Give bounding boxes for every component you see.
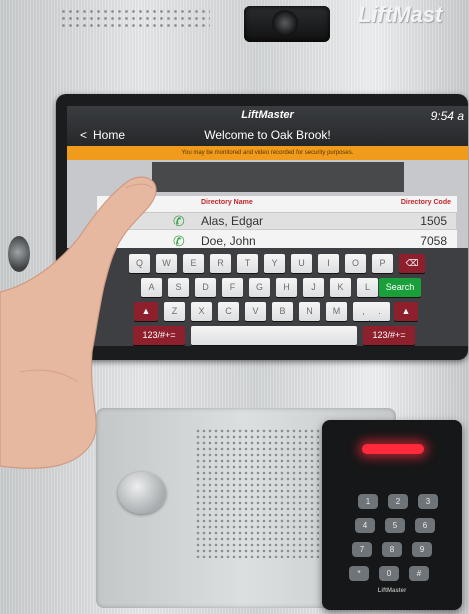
symbols-key-right[interactable]: 123/#+= — [363, 326, 415, 345]
key-f[interactable]: F — [222, 278, 243, 297]
key-d[interactable]: D — [195, 278, 216, 297]
shift-key-left[interactable]: ▲ — [134, 302, 158, 321]
space-bar[interactable] — [191, 326, 357, 345]
keypad-key-4[interactable]: 4 — [355, 518, 375, 533]
keypad-key-2[interactable]: 2 — [388, 494, 408, 509]
directory-row[interactable]: ✆ Alas, Edgar 1505 — [97, 212, 457, 230]
speaker-grille — [195, 428, 335, 558]
shift-icon: ▲ — [141, 306, 151, 316]
side-button[interactable] — [8, 236, 30, 272]
shift-icon: ▲ — [401, 306, 411, 316]
key-q[interactable]: Q — [129, 254, 150, 273]
keypad-key-3[interactable]: 3 — [418, 494, 438, 509]
reader-led — [362, 444, 424, 454]
symbols-key-left[interactable]: 123/#+= — [133, 326, 185, 345]
directory-header: Directory Name Directory Code — [97, 196, 457, 210]
backspace-icon: ⌫ — [405, 258, 419, 268]
resident-code: 1505 — [420, 214, 447, 228]
key-c[interactable]: C — [218, 302, 239, 321]
key-o[interactable]: O — [345, 254, 366, 273]
key-b[interactable]: B — [272, 302, 293, 321]
on-screen-keyboard: Q W E R T Y U I O P ⌫ A S D F G H J K L … — [67, 248, 468, 346]
key-j[interactable]: J — [303, 278, 324, 297]
search-button[interactable]: Search — [379, 278, 421, 297]
key-x[interactable]: X — [191, 302, 212, 321]
panel-logo: LiftMast — [358, 2, 443, 27]
key-v[interactable]: V — [245, 302, 266, 321]
resident-code: 7058 — [420, 234, 447, 248]
brand-logo: LiftMaster — [241, 109, 294, 121]
keypad-key-hash[interactable]: # — [409, 566, 429, 581]
top-speaker-grille — [60, 8, 210, 28]
key-t[interactable]: T — [237, 254, 258, 273]
keypad-key-7[interactable]: 7 — [352, 542, 372, 557]
key-k[interactable]: K — [330, 278, 351, 297]
keypad-key-0[interactable]: 0 — [379, 566, 399, 581]
key-m[interactable]: M — [326, 302, 347, 321]
call-button[interactable] — [118, 472, 166, 514]
key-h[interactable]: H — [276, 278, 297, 297]
phone-icon: ✆ — [173, 213, 185, 229]
reader-brand: LiftMaster — [377, 588, 407, 594]
video-area — [152, 162, 404, 192]
security-notice: You may be monitored and video recorded … — [67, 146, 468, 160]
card-reader: 1 2 3 4 5 6 7 8 9 * 0 # LiftMaster — [322, 420, 462, 610]
clock: 9:54 a — [430, 109, 464, 123]
camera-lens — [272, 10, 298, 36]
key-e[interactable]: E — [183, 254, 204, 273]
key-a[interactable]: A — [141, 278, 162, 297]
keypad-key-star[interactable]: * — [349, 566, 369, 581]
key-u[interactable]: U — [291, 254, 312, 273]
column-name-header: Directory Name — [201, 199, 253, 206]
keypad-key-5[interactable]: 5 — [385, 518, 405, 533]
keypad-key-1[interactable]: 1 — [358, 494, 378, 509]
keypad-key-8[interactable]: 8 — [382, 542, 402, 557]
key-z[interactable]: Z — [164, 302, 185, 321]
key-period[interactable]: . — [369, 302, 390, 321]
resident-name: Doe, John — [201, 234, 256, 248]
key-i[interactable]: I — [318, 254, 339, 273]
keypad-key-9[interactable]: 9 — [412, 542, 432, 557]
key-p[interactable]: P — [372, 254, 393, 273]
directory-list: Directory Name Directory Code ✆ Alas, Ed… — [97, 196, 457, 251]
column-code-header: Directory Code — [400, 199, 451, 206]
resident-name: Alas, Edgar — [201, 214, 264, 228]
screen-header: LiftMaster 9:54 a < Home Welcome to Oak B… — [67, 106, 468, 146]
key-n[interactable]: N — [299, 302, 320, 321]
key-y[interactable]: Y — [264, 254, 285, 273]
backspace-key[interactable]: ⌫ — [399, 254, 425, 273]
keypad-key-6[interactable]: 6 — [415, 518, 435, 533]
key-w[interactable]: W — [156, 254, 177, 273]
welcome-title: Welcome to Oak Brook! — [204, 128, 331, 142]
touch-screen[interactable]: LiftMaster 9:54 a < Home Welcome to Oak B… — [67, 106, 468, 346]
key-s[interactable]: S — [168, 278, 189, 297]
key-l[interactable]: L — [357, 278, 378, 297]
shift-key-right[interactable]: ▲ — [394, 302, 418, 321]
key-g[interactable]: G — [249, 278, 270, 297]
key-r[interactable]: R — [210, 254, 231, 273]
